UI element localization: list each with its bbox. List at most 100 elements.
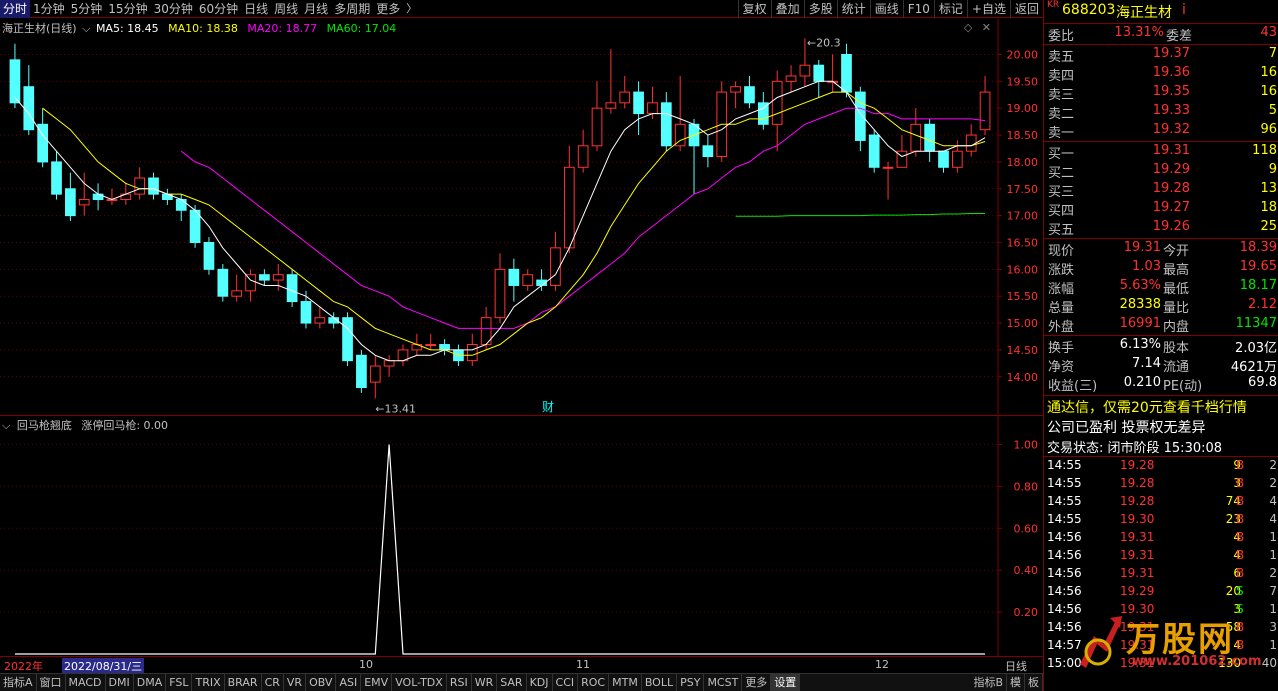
period-1[interactable]: 1分钟	[30, 0, 68, 18]
candle[interactable]	[813, 59, 825, 98]
candle[interactable]	[369, 355, 381, 399]
candle[interactable]	[522, 269, 534, 291]
indicator-tab-24[interactable]: 更多	[742, 673, 772, 691]
candle[interactable]	[660, 92, 672, 152]
candle[interactable]	[938, 150, 949, 173]
candle[interactable]	[397, 344, 409, 367]
candle[interactable]	[508, 258, 520, 302]
candle[interactable]	[868, 129, 880, 173]
ask-row[interactable]: 卖五 19.37 7	[1044, 46, 1278, 65]
indicator-tab-right-1[interactable]: 模	[1007, 673, 1025, 691]
candle[interactable]	[577, 129, 589, 173]
candle[interactable]	[716, 81, 728, 162]
info-icon[interactable]: i	[1182, 2, 1186, 18]
indicator-panel[interactable]: 1.00 0.80 0.60 0.40 0.20 ⌵ 回马枪翘底 涨停回马枪: 0.00	[0, 415, 1043, 656]
candle[interactable]	[979, 75, 991, 136]
indicator-tab-25[interactable]: 设置	[771, 673, 801, 691]
candle[interactable]	[827, 54, 838, 93]
toolbar-button-3[interactable]: 统计	[836, 0, 870, 18]
candle[interactable]	[965, 124, 977, 157]
toolbar-button-2[interactable]: 多股	[803, 0, 837, 18]
period-10[interactable]: 更多	[373, 0, 403, 18]
candle[interactable]	[286, 269, 298, 307]
indicator-tab-6[interactable]: TRIX	[192, 673, 225, 691]
candle[interactable]	[688, 118, 700, 195]
period-4[interactable]: 30分钟	[151, 0, 196, 18]
bid-row[interactable]: 买四 19.27 18	[1044, 200, 1278, 219]
indicator-tab-21[interactable]: BOLL	[642, 673, 678, 691]
candle[interactable]	[65, 172, 76, 221]
bid-row[interactable]: 买三 19.28 13	[1044, 181, 1278, 200]
indicator-tab-2[interactable]: MACD	[66, 673, 106, 691]
candle[interactable]	[189, 204, 201, 248]
tick-row[interactable]: 14:56 19.31 4 B 1	[1044, 548, 1278, 566]
bid-row[interactable]: 买二 19.29 9	[1044, 162, 1278, 181]
candle[interactable]	[952, 140, 963, 173]
tick-row[interactable]: 14:55 19.30 23 B 4	[1044, 512, 1278, 530]
candle[interactable]	[702, 135, 714, 168]
indicator-tab-17[interactable]: KDJ	[527, 673, 553, 691]
candle[interactable]	[37, 108, 48, 168]
toolbar-button-8[interactable]: 返回	[1009, 0, 1043, 18]
candle[interactable]	[854, 86, 866, 152]
indicator-tab-20[interactable]: MTM	[609, 673, 642, 691]
indicator-tab-19[interactable]: ROC	[578, 673, 610, 691]
indicator-tab-18[interactable]: CCI	[553, 673, 579, 691]
candle[interactable]	[217, 263, 229, 302]
ask-row[interactable]: 卖一 19.32 96	[1044, 122, 1278, 141]
ad-text[interactable]: 通达信，仅需20元查看千档行情	[1047, 397, 1247, 417]
indicator-tab-7[interactable]: BRAR	[225, 673, 262, 691]
candle[interactable]	[550, 231, 561, 291]
indicator-tab-12[interactable]: EMV	[361, 673, 393, 691]
ask-row[interactable]: 卖二 19.33 5	[1044, 103, 1278, 122]
ask-row[interactable]: 卖三 19.35 16	[1044, 84, 1278, 103]
ask-row[interactable]: 卖四 19.36 16	[1044, 65, 1278, 84]
indicator-tab-15[interactable]: WR	[472, 673, 498, 691]
period-9[interactable]: 多周期	[331, 0, 373, 18]
indicator-chart[interactable]: 1.00 0.80 0.60 0.40 0.20	[0, 416, 1043, 656]
indicator-tab-8[interactable]: CR	[262, 673, 284, 691]
candle[interactable]	[92, 183, 104, 211]
tick-row[interactable]: 14:55 19.28 74 B 4	[1044, 494, 1278, 512]
candle[interactable]	[757, 92, 769, 130]
candle[interactable]	[203, 237, 215, 275]
candle[interactable]	[785, 65, 797, 93]
tick-row[interactable]: 14:56 19.31 6 B 2	[1044, 566, 1278, 584]
indicator-tab-right-0[interactable]: 指标B	[970, 673, 1007, 691]
indicator-tab-14[interactable]: RSI	[447, 673, 472, 691]
chevron-down-icon[interactable]: ⌵	[2, 419, 10, 432]
candle[interactable]	[9, 43, 21, 109]
candle[interactable]	[383, 355, 395, 377]
indicator-tab-0[interactable]: 指标A	[0, 673, 37, 691]
indicator-tab-4[interactable]: DMA	[134, 673, 167, 691]
indicator-tab-5[interactable]: FSL	[166, 673, 193, 691]
candle[interactable]	[245, 269, 256, 302]
candle[interactable]	[771, 70, 783, 152]
tick-row[interactable]: 14:55 19.28 3 B 2	[1044, 476, 1278, 494]
candle[interactable]	[494, 253, 506, 324]
candle[interactable]	[910, 108, 922, 157]
candle[interactable]	[51, 151, 62, 200]
candle[interactable]	[605, 49, 617, 114]
candle[interactable]	[896, 135, 908, 168]
indicator-tab-16[interactable]: SAR	[497, 673, 527, 691]
period-8[interactable]: 月线	[301, 0, 331, 18]
indicator-tab-23[interactable]: MCST	[704, 673, 743, 691]
candle[interactable]	[162, 188, 173, 205]
indicator-tab-right-2[interactable]: 板	[1025, 673, 1043, 691]
indicator-tab-22[interactable]: PSY	[677, 673, 705, 691]
candle[interactable]	[744, 75, 755, 109]
chevron-right-icon[interactable]: 〉	[406, 0, 417, 18]
kline-panel[interactable]: 海正生材(日线) ⌵ MA5: 18.45 MA10: 18.38 MA20: …	[0, 19, 1043, 414]
candle[interactable]	[619, 75, 631, 109]
tick-row[interactable]: 14:56 19.29 20 S 7	[1044, 584, 1278, 602]
period-0[interactable]: 分时	[0, 0, 31, 18]
candle[interactable]	[106, 188, 118, 205]
candle[interactable]	[882, 161, 894, 200]
period-5[interactable]: 60分钟	[196, 0, 241, 18]
tick-row[interactable]: 14:55 19.28 9 B 2	[1044, 458, 1278, 476]
candle[interactable]	[134, 167, 146, 200]
candle[interactable]	[23, 65, 35, 136]
candle[interactable]	[259, 269, 270, 286]
indicator-tab-13[interactable]: VOL-TDX	[392, 673, 447, 691]
